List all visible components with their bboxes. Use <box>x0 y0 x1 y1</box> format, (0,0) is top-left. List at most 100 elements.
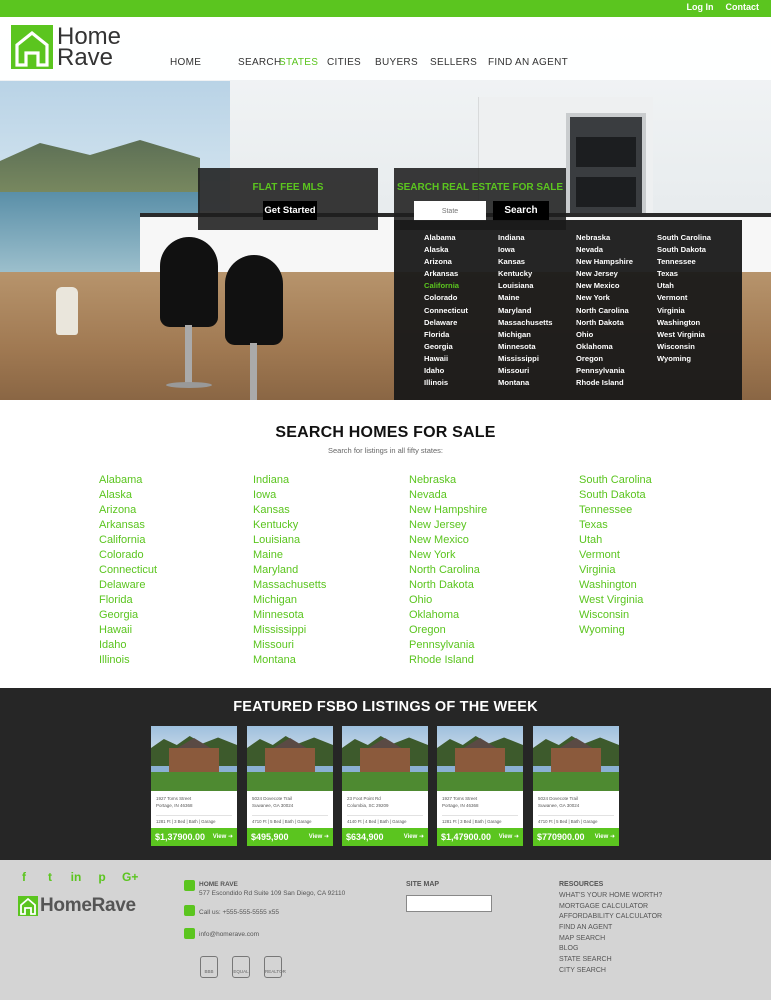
dropdown-state-new-jersey[interactable]: New Jersey <box>576 268 633 280</box>
state-link-maine[interactable]: Maine <box>253 548 326 563</box>
listing-price-bar[interactable]: $770900.00 View ➜ <box>533 828 619 846</box>
dropdown-state-iowa[interactable]: Iowa <box>498 244 552 256</box>
contact-link[interactable]: Contact <box>726 2 760 12</box>
view-listing-button[interactable]: View ➜ <box>404 833 424 840</box>
dropdown-state-south-carolina[interactable]: South Carolina <box>657 232 711 244</box>
dropdown-state-delaware[interactable]: Delaware <box>424 317 468 329</box>
site-map-select[interactable] <box>406 895 492 912</box>
state-link-pennsylvania[interactable]: Pennsylvania <box>409 638 487 653</box>
dropdown-state-north-carolina[interactable]: North Carolina <box>576 305 633 317</box>
state-link-west-virginia[interactable]: West Virginia <box>579 593 652 608</box>
dropdown-state-idaho[interactable]: Idaho <box>424 365 468 377</box>
state-link-oregon[interactable]: Oregon <box>409 623 487 638</box>
linkedin-icon[interactable]: in <box>70 870 82 884</box>
dropdown-state-nevada[interactable]: Nevada <box>576 244 633 256</box>
dropdown-state-utah[interactable]: Utah <box>657 280 711 292</box>
dropdown-state-maryland[interactable]: Maryland <box>498 305 552 317</box>
state-link-maryland[interactable]: Maryland <box>253 563 326 578</box>
state-link-alabama[interactable]: Alabama <box>99 473 157 488</box>
state-link-idaho[interactable]: Idaho <box>99 638 157 653</box>
state-link-kansas[interactable]: Kansas <box>253 503 326 518</box>
listing-photo[interactable] <box>533 726 619 791</box>
state-link-new-jersey[interactable]: New Jersey <box>409 518 487 533</box>
state-link-arkansas[interactable]: Arkansas <box>99 518 157 533</box>
state-link-new-hampshire[interactable]: New Hampshire <box>409 503 487 518</box>
dropdown-state-kentucky[interactable]: Kentucky <box>498 268 552 280</box>
state-link-south-dakota[interactable]: South Dakota <box>579 488 652 503</box>
listing-card[interactable]: 5024 Dovecote Trail Suwanee, GA 30024 4710… <box>533 726 619 846</box>
dropdown-state-indiana[interactable]: Indiana <box>498 232 552 244</box>
resource-link-blog[interactable]: BLOG <box>559 944 662 955</box>
dropdown-state-arkansas[interactable]: Arkansas <box>424 268 468 280</box>
dropdown-state-oklahoma[interactable]: Oklahoma <box>576 341 633 353</box>
dropdown-state-colorado[interactable]: Colorado <box>424 292 468 304</box>
state-link-florida[interactable]: Florida <box>99 593 157 608</box>
state-link-texas[interactable]: Texas <box>579 518 652 533</box>
state-link-nebraska[interactable]: Nebraska <box>409 473 487 488</box>
state-link-rhode-island[interactable]: Rhode Island <box>409 653 487 668</box>
dropdown-state-alaska[interactable]: Alaska <box>424 244 468 256</box>
nav-find-agent[interactable]: FIND AN AGENT <box>488 57 568 68</box>
state-link-delaware[interactable]: Delaware <box>99 578 157 593</box>
nav-home[interactable]: HOME <box>170 57 238 68</box>
dropdown-state-north-dakota[interactable]: North Dakota <box>576 317 633 329</box>
dropdown-state-montana[interactable]: Montana <box>498 377 552 389</box>
listing-price-bar[interactable]: $1,37900.00 View ➜ <box>151 828 237 846</box>
state-link-minnesota[interactable]: Minnesota <box>253 608 326 623</box>
dropdown-state-illinois[interactable]: Illinois <box>424 377 468 389</box>
state-link-vermont[interactable]: Vermont <box>579 548 652 563</box>
dropdown-state-georgia[interactable]: Georgia <box>424 341 468 353</box>
dropdown-state-california[interactable]: California <box>424 280 468 292</box>
dropdown-state-missouri[interactable]: Missouri <box>498 365 552 377</box>
dropdown-state-minnesota[interactable]: Minnesota <box>498 341 552 353</box>
state-link-connecticut[interactable]: Connecticut <box>99 563 157 578</box>
resource-link-what-s-your-home-worth[interactable]: WHAT'S YOUR HOME WORTH? <box>559 891 662 902</box>
dropdown-state-new-hampshire[interactable]: New Hampshire <box>576 256 633 268</box>
state-link-north-dakota[interactable]: North Dakota <box>409 578 487 593</box>
dropdown-state-rhode-island[interactable]: Rhode Island <box>576 377 633 389</box>
view-listing-button[interactable]: View ➜ <box>309 833 329 840</box>
dropdown-state-texas[interactable]: Texas <box>657 268 711 280</box>
state-link-washington[interactable]: Washington <box>579 578 652 593</box>
state-link-mississippi[interactable]: Mississippi <box>253 623 326 638</box>
view-listing-button[interactable]: View ➜ <box>499 833 519 840</box>
resource-link-find-an-agent[interactable]: FIND AN AGENT <box>559 923 662 934</box>
dropdown-state-virginia[interactable]: Virginia <box>657 305 711 317</box>
nav-sellers[interactable]: SELLERS <box>430 57 488 68</box>
state-link-tennessee[interactable]: Tennessee <box>579 503 652 518</box>
dropdown-state-wyoming[interactable]: Wyoming <box>657 353 711 365</box>
state-link-indiana[interactable]: Indiana <box>253 473 326 488</box>
listing-price-bar[interactable]: $1,47900.00 View ➜ <box>437 828 523 846</box>
listing-price-bar[interactable]: $495,900 View ➜ <box>247 828 333 846</box>
listing-photo[interactable] <box>247 726 333 791</box>
state-link-massachusetts[interactable]: Massachusetts <box>253 578 326 593</box>
dropdown-state-kansas[interactable]: Kansas <box>498 256 552 268</box>
state-link-south-carolina[interactable]: South Carolina <box>579 473 652 488</box>
facebook-icon[interactable]: f <box>18 870 30 884</box>
nav-search[interactable]: SEARCH <box>238 57 281 68</box>
resource-link-state-search[interactable]: STATE SEARCH <box>559 955 662 966</box>
dropdown-state-nebraska[interactable]: Nebraska <box>576 232 633 244</box>
dropdown-state-alabama[interactable]: Alabama <box>424 232 468 244</box>
resource-link-affordability-calculator[interactable]: AFFORDABILITY CALCULATOR <box>559 912 662 923</box>
state-link-north-carolina[interactable]: North Carolina <box>409 563 487 578</box>
dropdown-state-massachusetts[interactable]: Massachusetts <box>498 317 552 329</box>
state-link-oklahoma[interactable]: Oklahoma <box>409 608 487 623</box>
state-link-nevada[interactable]: Nevada <box>409 488 487 503</box>
google-plus-icon[interactable]: G+ <box>122 870 138 884</box>
dropdown-state-michigan[interactable]: Michigan <box>498 329 552 341</box>
login-link[interactable]: Log In <box>687 2 714 12</box>
state-link-wyoming[interactable]: Wyoming <box>579 623 652 638</box>
dropdown-state-washington[interactable]: Washington <box>657 317 711 329</box>
state-link-arizona[interactable]: Arizona <box>99 503 157 518</box>
listing-photo[interactable] <box>151 726 237 791</box>
resource-link-map-search[interactable]: MAP SEARCH <box>559 934 662 945</box>
footer-logo[interactable]: HomeRave <box>18 895 136 917</box>
dropdown-state-arizona[interactable]: Arizona <box>424 256 468 268</box>
dropdown-state-ohio[interactable]: Ohio <box>576 329 633 341</box>
state-link-colorado[interactable]: Colorado <box>99 548 157 563</box>
pinterest-icon[interactable]: p <box>96 870 108 884</box>
search-button[interactable]: Search <box>493 201 549 221</box>
state-link-virginia[interactable]: Virginia <box>579 563 652 578</box>
dropdown-state-oregon[interactable]: Oregon <box>576 353 633 365</box>
